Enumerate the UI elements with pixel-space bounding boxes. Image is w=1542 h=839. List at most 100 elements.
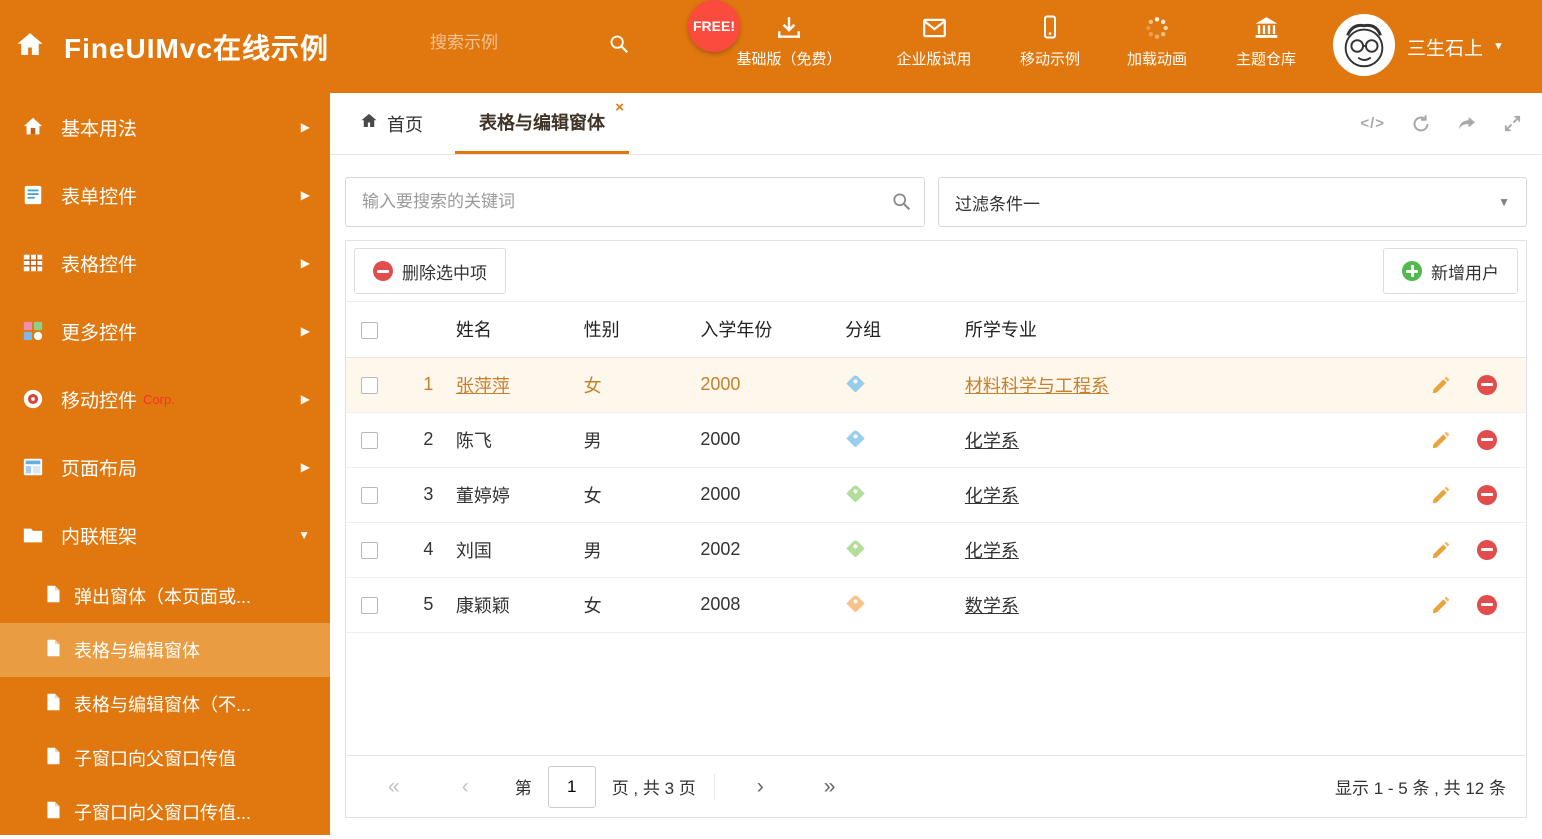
sidebar-item-more-controls[interactable]: 更多控件 ▶: [0, 297, 330, 365]
major-link[interactable]: 数学系: [965, 596, 1019, 616]
filter-dropdown[interactable]: 过滤条件一 ▼: [938, 177, 1527, 227]
delete-icon[interactable]: [1477, 594, 1497, 615]
row-checkbox[interactable]: [361, 596, 378, 614]
sidebar-item-iframe[interactable]: 内联框架 ▼: [0, 501, 330, 569]
sidebar-subitem-child-to-parent[interactable]: 子窗口向父窗口传值: [0, 731, 330, 785]
nav-basic-free[interactable]: 基础版（免费）: [722, 13, 856, 69]
nav-mobile-demo[interactable]: 移动示例: [1006, 13, 1094, 69]
table-row[interactable]: 1 张萍萍 女 2000 材料科学与工程系: [346, 357, 1526, 413]
delete-icon[interactable]: [1477, 374, 1497, 395]
sidebar-item-label: 基本用法: [61, 118, 138, 140]
spinner-icon: [1144, 13, 1170, 41]
sidebar-item-label: 内联框架: [61, 526, 138, 548]
sidebar-subitem-child-to-parent-2[interactable]: 子窗口向父窗口传值...: [0, 785, 330, 839]
row-checkbox[interactable]: [361, 376, 378, 394]
tag-icon: [846, 429, 865, 448]
tab-home[interactable]: 首页: [360, 93, 423, 154]
nav-enterprise-trial[interactable]: 企业版试用: [876, 13, 992, 69]
nav-label: 加载动画: [1126, 51, 1187, 68]
edit-icon[interactable]: [1431, 595, 1451, 615]
nav-theme-store[interactable]: 主题仓库: [1218, 13, 1314, 69]
column-header-group[interactable]: 分组: [845, 302, 965, 358]
gender-cell: 男: [583, 522, 701, 578]
table-row[interactable]: 4 刘国 男 2002 化学系: [346, 522, 1526, 578]
delete-icon[interactable]: [1477, 539, 1497, 560]
edit-icon[interactable]: [1431, 540, 1451, 560]
nav-label: 主题仓库: [1235, 51, 1296, 68]
table-header-row: 姓名 性别 入学年份 分组 所学专业: [346, 302, 1526, 358]
grid-panel: 删除选中项 新增用户 姓名 性别 入学年份 分组 所学专业 1 张萍萍 女 20…: [345, 240, 1527, 818]
delete-selected-button[interactable]: 删除选中项: [354, 248, 506, 294]
close-icon[interactable]: ×: [615, 99, 624, 116]
user-menu[interactable]: 三生石上 ▼: [1407, 33, 1504, 60]
home-icon[interactable]: [15, 30, 45, 65]
column-header-year[interactable]: 入学年份: [700, 302, 846, 358]
nav-loading-animation[interactable]: 加载动画: [1112, 13, 1202, 69]
select-all-checkbox[interactable]: [361, 321, 378, 339]
next-page-button[interactable]: ›: [757, 775, 764, 799]
tag-icon: [846, 374, 865, 393]
chevron-down-icon: ▼: [1493, 40, 1504, 53]
row-checkbox[interactable]: [361, 541, 378, 559]
student-name: 陈飞: [455, 412, 584, 468]
table-row[interactable]: 2 陈飞 男 2000 化学系: [346, 412, 1526, 468]
search-icon[interactable]: [608, 33, 630, 60]
sidebar-item-basic-usage[interactable]: 基本用法 ▶: [0, 93, 330, 161]
student-name-link[interactable]: 张萍萍: [456, 376, 510, 396]
last-page-button[interactable]: »: [824, 775, 836, 799]
avatar[interactable]: [1333, 14, 1395, 76]
expand-icon[interactable]: [1503, 114, 1522, 133]
layout-icon: [22, 456, 46, 478]
sidebar-item-form-controls[interactable]: 表单控件 ▶: [0, 161, 330, 229]
blocks-icon: [22, 320, 46, 342]
first-page-button[interactable]: «: [388, 775, 400, 799]
delete-icon[interactable]: [1477, 429, 1497, 450]
sidebar-subitem-grid-edit-window-2[interactable]: 表格与编辑窗体（不...: [0, 677, 330, 731]
sidebar-subitem-popup-window[interactable]: 弹出窗体（本页面或...: [0, 569, 330, 623]
header-search-input[interactable]: [430, 33, 585, 53]
file-icon: [46, 693, 61, 716]
page-label-prefix: 第: [514, 779, 532, 798]
tab-grid-edit-window[interactable]: 表格与编辑窗体 ×: [455, 93, 629, 154]
sidebar-item-mobile-controls[interactable]: 移动控件 Corp. ▶: [0, 365, 330, 433]
main-content: 首页 表格与编辑窗体 × </> 过滤条件一 ▼: [330, 93, 1542, 835]
minus-icon: [373, 261, 393, 281]
mobile-ring-icon: [22, 388, 46, 410]
page-number-input[interactable]: [547, 765, 596, 808]
refresh-icon[interactable]: [1411, 114, 1431, 134]
sidebar-subitem-grid-edit-window[interactable]: 表格与编辑窗体: [0, 623, 330, 677]
table-row[interactable]: 5 康颖颖 女 2008 数学系: [346, 577, 1526, 633]
edit-icon[interactable]: [1431, 375, 1451, 395]
major-link[interactable]: 化学系: [965, 486, 1019, 506]
sidebar-item-label: 页面布局: [61, 458, 138, 480]
app-header: FineUIMvc在线示例 FREE! 基础版（免费） 企业版试用 移动示例 加…: [0, 0, 1542, 93]
column-header-name[interactable]: 姓名: [455, 302, 584, 358]
row-number: 5: [400, 577, 456, 633]
sidebar-item-grid-controls[interactable]: 表格控件 ▶: [0, 229, 330, 297]
add-user-button[interactable]: 新增用户: [1383, 248, 1518, 294]
major-link[interactable]: 化学系: [965, 541, 1019, 561]
edit-icon[interactable]: [1431, 485, 1451, 505]
tag-icon: [846, 594, 865, 613]
row-number: 1: [400, 357, 456, 413]
student-name: 董婷婷: [455, 467, 584, 523]
table-row[interactable]: 3 董婷婷 女 2000 化学系: [346, 467, 1526, 523]
major-link[interactable]: 材料科学与工程系: [965, 376, 1109, 396]
sidebar-item-label: 表格控件: [61, 254, 138, 276]
prev-page-button[interactable]: ‹: [462, 775, 469, 799]
column-header-major[interactable]: 所学专业: [964, 302, 1419, 358]
edit-icon[interactable]: [1431, 430, 1451, 450]
share-icon[interactable]: [1457, 114, 1477, 134]
major-link[interactable]: 化学系: [965, 431, 1019, 451]
row-checkbox[interactable]: [361, 486, 378, 504]
sidebar-item-page-layout[interactable]: 页面布局 ▶: [0, 433, 330, 501]
search-icon[interactable]: [891, 191, 912, 217]
column-header-gender[interactable]: 性别: [583, 302, 701, 358]
tab-active-label: 表格与编辑窗体: [479, 113, 605, 133]
delete-icon[interactable]: [1477, 484, 1497, 505]
tag-icon: [846, 539, 865, 558]
keyword-search-input[interactable]: [345, 177, 925, 227]
year-cell: 2000: [700, 467, 846, 523]
source-code-icon[interactable]: </>: [1360, 115, 1385, 132]
row-checkbox[interactable]: [361, 431, 378, 449]
